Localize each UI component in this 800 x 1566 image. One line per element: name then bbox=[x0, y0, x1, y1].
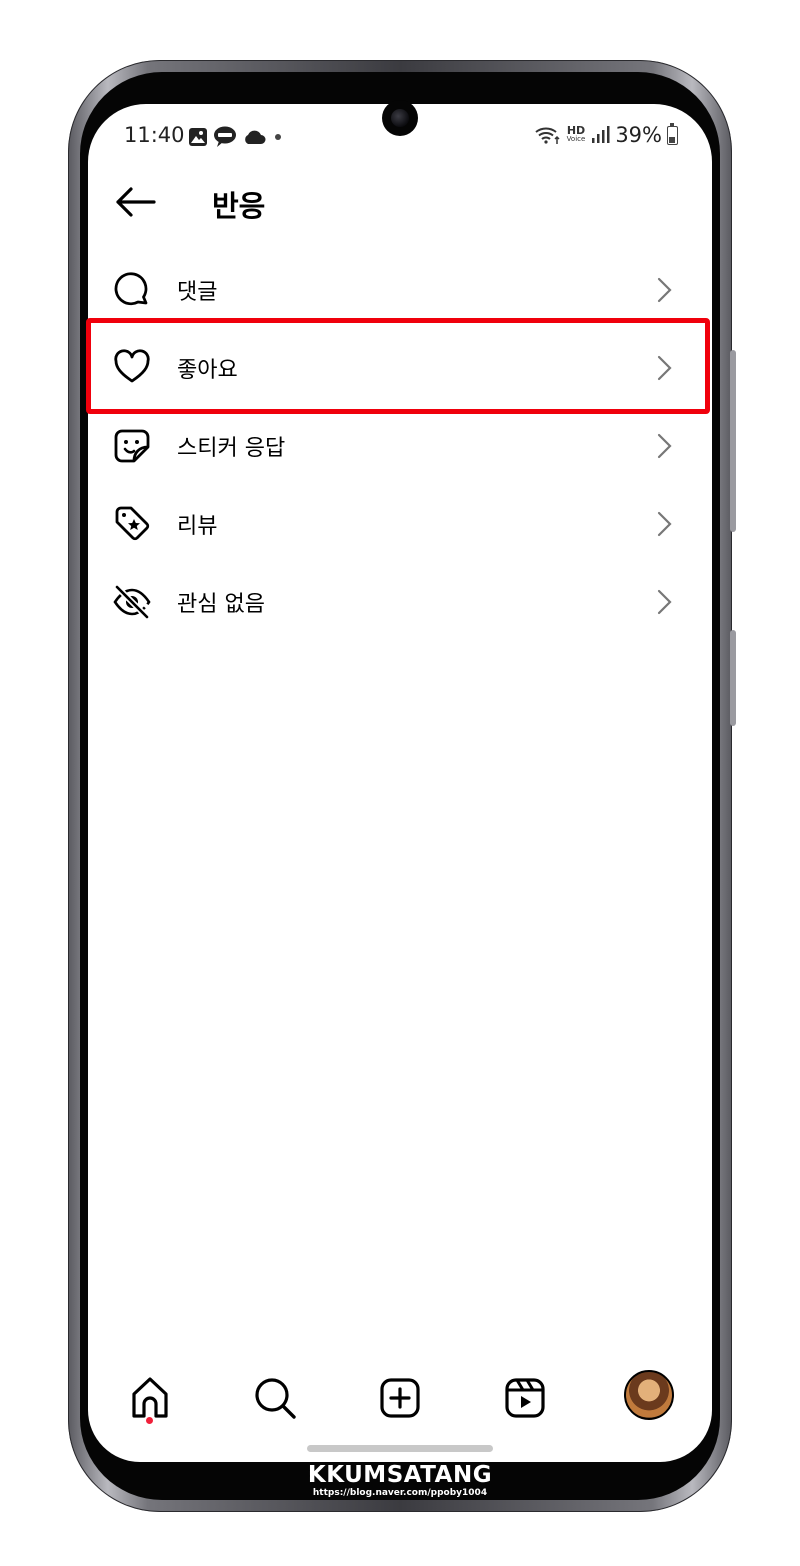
chevron-right-icon bbox=[657, 277, 672, 303]
comment-icon bbox=[114, 272, 148, 306]
menu-item-label: 스티커 응답 bbox=[177, 436, 286, 461]
chevron-right-icon bbox=[657, 511, 672, 537]
menu-item-not-interested[interactable]: 관심 없음 bbox=[88, 568, 712, 632]
back-arrow-icon[interactable] bbox=[114, 184, 158, 220]
search-icon[interactable] bbox=[247, 1370, 303, 1426]
review-tag-icon bbox=[115, 506, 150, 541]
status-system-icons: HD Voice 39% bbox=[534, 122, 678, 147]
eye-off-icon bbox=[113, 584, 151, 620]
menu-item-reviews[interactable]: 리뷰 bbox=[88, 490, 712, 554]
power-button bbox=[730, 630, 736, 726]
profile-avatar[interactable] bbox=[624, 1370, 674, 1420]
battery-percent: 39% bbox=[615, 123, 662, 147]
wifi-icon bbox=[535, 127, 560, 144]
create-icon[interactable] bbox=[372, 1370, 428, 1426]
sticker-icon bbox=[114, 429, 150, 463]
menu-item-comments[interactable]: 댓글 bbox=[88, 256, 712, 320]
header: 반응 bbox=[88, 174, 712, 230]
reels-icon[interactable] bbox=[497, 1370, 553, 1426]
front-camera bbox=[382, 100, 418, 136]
home-indicator[interactable] bbox=[307, 1445, 493, 1452]
menu-item-label: 리뷰 bbox=[177, 514, 218, 539]
battery-icon bbox=[667, 122, 678, 145]
page-title: 반응 bbox=[212, 189, 266, 223]
highlight-box bbox=[86, 318, 710, 414]
volume-button bbox=[730, 350, 736, 532]
gallery-icon bbox=[189, 128, 207, 146]
status-time: 11:40 bbox=[124, 123, 185, 147]
watermark-title: KKUMSATANG bbox=[307, 1462, 493, 1488]
signal-icon bbox=[592, 126, 610, 143]
menu-item-label: 관심 없음 bbox=[177, 592, 265, 617]
menu-item-sticker-responses[interactable]: 스티커 응답 bbox=[88, 412, 712, 476]
more-dot-icon bbox=[275, 134, 281, 140]
menu-item-label: 댓글 bbox=[177, 280, 218, 305]
screen: 11:40 HD Voice 39% 반응 댓글 좋아요 스티커 응답 리뷰 관… bbox=[88, 104, 712, 1462]
watermark-url: https://blog.naver.com/ppoby1004 bbox=[312, 1488, 488, 1498]
cloud-icon bbox=[245, 130, 266, 144]
hd-voice-indicator: HD Voice bbox=[566, 125, 586, 144]
notification-dot bbox=[146, 1417, 153, 1424]
hd-voice-label: Voice bbox=[566, 135, 586, 143]
status-notification-icons bbox=[188, 126, 285, 148]
watermark: KKUMSATANG https://blog.naver.com/ppoby1… bbox=[0, 1462, 800, 1498]
chevron-right-icon bbox=[657, 589, 672, 615]
chevron-right-icon bbox=[657, 433, 672, 459]
kakaotalk-icon bbox=[214, 126, 236, 147]
bottom-navigation bbox=[88, 1362, 712, 1434]
